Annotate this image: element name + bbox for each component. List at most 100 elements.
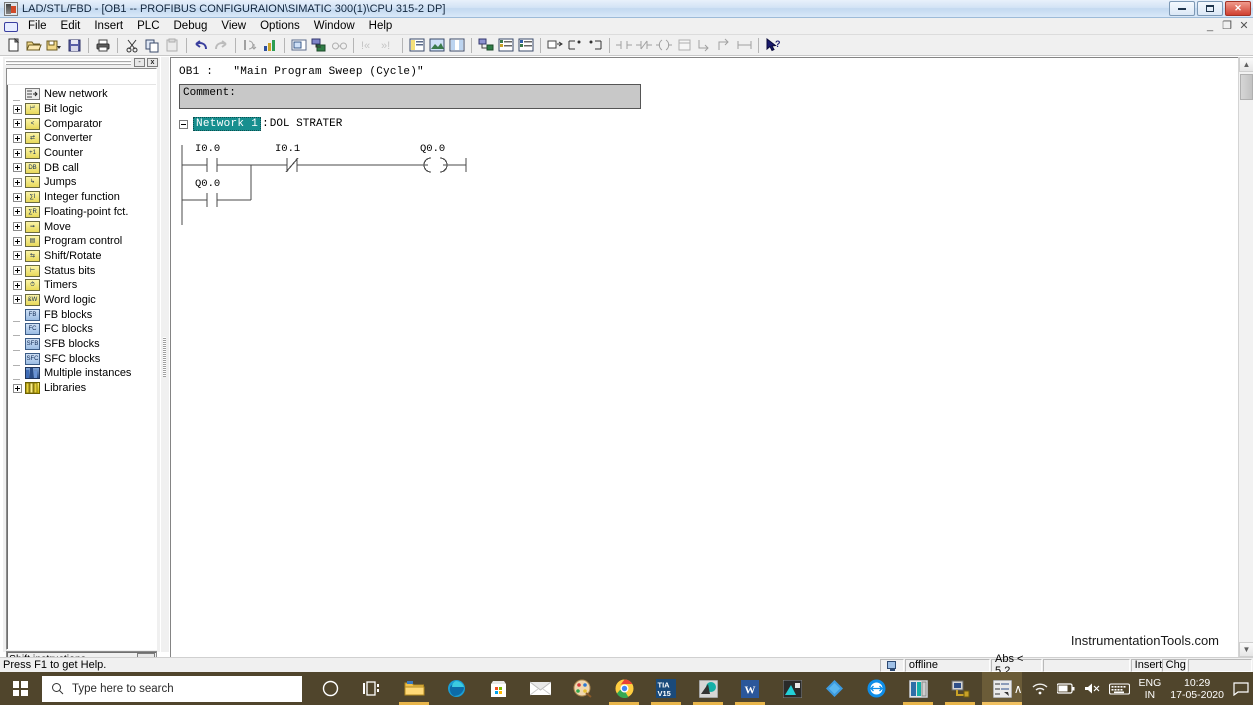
volume-muted-icon[interactable] xyxy=(1084,682,1100,695)
netpro-icon[interactable] xyxy=(940,672,980,705)
sketchup-icon[interactable] xyxy=(814,672,854,705)
paste-icon[interactable] xyxy=(162,36,182,55)
hardware-config-icon[interactable] xyxy=(898,672,938,705)
expand-icon[interactable] xyxy=(13,207,22,217)
ladder-rung[interactable]: I0.0 Q0.0 I0.1 Q0.0 xyxy=(179,143,599,253)
close-branch-icon[interactable] xyxy=(585,36,605,55)
teamviewer-icon[interactable] xyxy=(856,672,896,705)
prev-error-icon[interactable]: !« xyxy=(358,36,378,55)
expand-icon[interactable] xyxy=(13,163,22,173)
open-icon[interactable] xyxy=(24,36,44,55)
picture-icon[interactable] xyxy=(427,36,447,55)
expand-icon[interactable] xyxy=(13,104,22,114)
cortana-icon[interactable] xyxy=(310,672,350,705)
tree-item-fb-blocks[interactable]: FB FB blocks xyxy=(13,307,156,322)
open-branch-icon[interactable] xyxy=(565,36,585,55)
expand-icon[interactable] xyxy=(13,148,22,158)
ladder-editor[interactable]: OB1 : "Main Program Sweep (Cycle)" Comme… xyxy=(170,57,1250,657)
expand-icon[interactable] xyxy=(13,266,22,276)
expand-icon[interactable] xyxy=(13,251,22,261)
tree-item-program-control[interactable]: ▤ Program control xyxy=(13,234,156,249)
compare2-icon[interactable] xyxy=(516,36,536,55)
tree-item-sfc-blocks[interactable]: SFC SFC blocks xyxy=(13,351,156,366)
expand-icon[interactable] xyxy=(13,280,22,290)
tree-item-libraries[interactable]: Libraries xyxy=(13,381,156,396)
tree-item-shift-rotate[interactable]: ⇆ Shift/Rotate xyxy=(13,249,156,264)
microsoft-edge-icon[interactable] xyxy=(436,672,476,705)
save-as-icon[interactable] xyxy=(44,36,64,55)
coil-icon[interactable] xyxy=(654,36,674,55)
cut-icon[interactable] xyxy=(122,36,142,55)
keyboard-icon[interactable] xyxy=(1108,682,1130,695)
close-button[interactable]: ✕ xyxy=(1225,1,1251,16)
layout-icon[interactable] xyxy=(447,36,467,55)
next-error-icon[interactable]: »! xyxy=(378,36,398,55)
start-button[interactable] xyxy=(0,672,40,705)
overview-icon[interactable] xyxy=(289,36,309,55)
microsoft-word-icon[interactable]: W xyxy=(730,672,770,705)
wifi-icon[interactable] xyxy=(1032,682,1048,695)
mdi-close-button[interactable]: ✕ xyxy=(1238,20,1250,32)
contact-nc-icon[interactable] xyxy=(634,36,654,55)
tree-item-counter[interactable]: +1 Counter xyxy=(13,146,156,161)
tree-item-converter[interactable]: ⇄ Converter xyxy=(13,131,156,146)
tree-item-move[interactable]: ➞ Move xyxy=(13,219,156,234)
pane-grip[interactable] xyxy=(5,59,131,65)
pane-close-button[interactable]: x xyxy=(147,57,158,67)
branch-close-icon[interactable] xyxy=(714,36,734,55)
menu-edit[interactable]: Edit xyxy=(54,19,88,33)
pane-splitter[interactable] xyxy=(161,57,169,652)
new-icon[interactable] xyxy=(4,36,24,55)
task-view-icon[interactable] xyxy=(352,672,392,705)
tree-item-integer-function[interactable]: ∑I Integer function xyxy=(13,190,156,205)
expand-icon[interactable] xyxy=(13,236,22,246)
menu-options[interactable]: Options xyxy=(253,19,307,33)
show-hidden-icons-chevron[interactable]: ∧ xyxy=(1014,682,1023,696)
tree-item-status-bits[interactable]: ⊢ Status bits xyxy=(13,263,156,278)
language-indicator[interactable]: ENG IN xyxy=(1139,677,1162,701)
editor-vertical-scrollbar[interactable]: ▲ ▼ xyxy=(1238,57,1253,657)
declaration-icon[interactable] xyxy=(476,36,496,55)
download-icon[interactable] xyxy=(240,36,260,55)
network-icon[interactable] xyxy=(309,36,329,55)
menu-file[interactable]: File xyxy=(21,19,54,33)
contact-no-icon[interactable] xyxy=(614,36,634,55)
tree-item-floating-point[interactable]: ∑R Floating-point fct. xyxy=(13,205,156,220)
undo-icon[interactable] xyxy=(191,36,211,55)
scroll-up-button[interactable]: ▲ xyxy=(1239,57,1253,72)
google-chrome-icon[interactable] xyxy=(604,672,644,705)
network-number-tag[interactable]: Network 1 xyxy=(193,117,262,131)
menu-view[interactable]: View xyxy=(214,19,253,33)
tia-portal-v15-icon[interactable]: TIA V15 xyxy=(646,672,686,705)
collapse-icon[interactable] xyxy=(179,119,188,129)
file-explorer-icon[interactable] xyxy=(394,672,434,705)
media-player-icon[interactable] xyxy=(772,672,812,705)
tree-item-db-call[interactable]: DB DB call xyxy=(13,160,156,175)
save-icon[interactable] xyxy=(64,36,84,55)
monitor-icon[interactable] xyxy=(260,36,280,55)
tree-item-comparator[interactable]: < Comparator xyxy=(13,116,156,131)
tree-item-sfb-blocks[interactable]: SFB SFB blocks xyxy=(13,337,156,352)
scroll-down-button[interactable]: ▼ xyxy=(1239,642,1253,657)
microsoft-store-icon[interactable] xyxy=(478,672,518,705)
box-icon[interactable] xyxy=(674,36,694,55)
expand-icon[interactable] xyxy=(13,192,22,202)
symbol-table-icon[interactable] xyxy=(407,36,427,55)
tree-item-fc-blocks[interactable]: FC FC blocks xyxy=(13,322,156,337)
battery-icon[interactable] xyxy=(1056,683,1075,694)
status-insert-mode[interactable]: Insert xyxy=(1130,658,1162,672)
pane-minimize-button[interactable]: - xyxy=(134,57,145,67)
restore-button[interactable] xyxy=(1197,1,1223,16)
tree-item-bit-logic[interactable]: ⊢⃗ Bit logic xyxy=(13,102,156,117)
simatic-manager-icon[interactable] xyxy=(688,672,728,705)
network-new-icon[interactable] xyxy=(545,36,565,55)
paint-3d-icon[interactable] xyxy=(562,672,602,705)
minimize-button[interactable] xyxy=(1169,1,1195,16)
instruction-tree[interactable]: New network ⊢⃗ Bit logic < Comparator ⇄ … xyxy=(6,68,157,650)
branch-open-icon[interactable] xyxy=(694,36,714,55)
menu-debug[interactable]: Debug xyxy=(167,19,215,33)
clock[interactable]: 10:29 17-05-2020 xyxy=(1170,677,1224,701)
redo-icon[interactable] xyxy=(211,36,231,55)
mdi-restore-button[interactable]: ❐ xyxy=(1221,20,1233,32)
menu-help[interactable]: Help xyxy=(362,19,400,33)
